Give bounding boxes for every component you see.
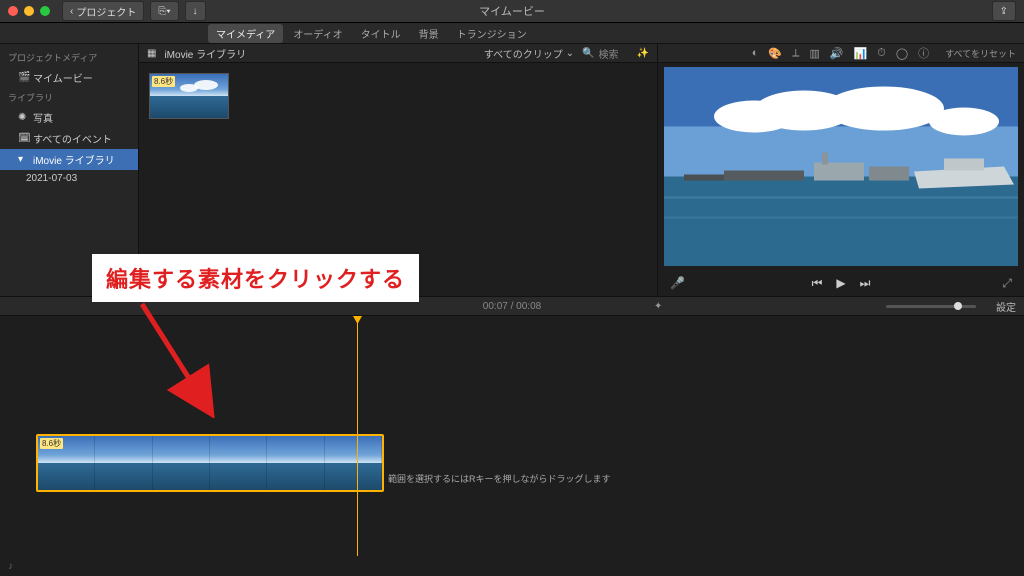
media-clip-thumbnail[interactable]: 8.6秒 (149, 73, 229, 119)
sidebar-item-photos[interactable]: ✺ 写真 (0, 107, 138, 128)
playback-controls: 🎤 ⏮ ▶ ⏭ ⤢ (658, 270, 1024, 296)
prev-frame-button[interactable]: ⏮ (812, 276, 823, 291)
import-icon: ⎘▾ (158, 6, 170, 17)
tab-transitions[interactable]: トランジション (449, 24, 535, 43)
chevron-left-icon: ‹ (70, 6, 73, 17)
settings-button[interactable]: 設定 (996, 299, 1016, 314)
next-frame-button[interactable]: ⏭ (860, 276, 871, 291)
share-button[interactable]: ⇪ (992, 1, 1016, 21)
grid-view-icon[interactable]: ▦ (147, 48, 156, 59)
search-icon: 🔍 (582, 48, 594, 59)
chevron-down-icon: ▾ (18, 154, 28, 165)
sidebar-item-all-events[interactable]: 🗓 すべてのイベント (0, 128, 138, 149)
search-field[interactable]: 🔍 検索 (582, 46, 618, 61)
viewer-toolbar: ◐ 🎨 ⟂ ▥ 🔊 📊 ⏱ ◯ ⓘ すべてをリセット (658, 44, 1024, 63)
clip-duration-badge: 8.6秒 (40, 438, 63, 449)
tab-titles[interactable]: タイトル (353, 24, 409, 43)
browser-header: ▦ iMovie ライブラリ すべてのクリップ ⌄ 🔍 検索 ✨ (139, 44, 657, 63)
calendar-icon: 🗓 (18, 133, 28, 144)
minimize-window-button[interactable] (24, 6, 34, 16)
photos-icon: ✺ (18, 112, 28, 123)
titlebar: ‹ プロジェクト ⎘▾ ↓ マイムービー ⇪ (0, 0, 1024, 23)
fullscreen-window-button[interactable] (40, 6, 50, 16)
tab-backgrounds[interactable]: 背景 (411, 24, 447, 43)
playhead-time: 00:07 / 00:08 (483, 301, 541, 312)
color-correction-icon[interactable]: 🎨 (768, 47, 782, 60)
magic-wand-icon[interactable]: ✦ (654, 301, 662, 312)
close-window-button[interactable] (8, 6, 18, 16)
audio-track-icon: ♪ (8, 561, 13, 572)
video-preview[interactable] (664, 67, 1018, 266)
enhance-icon[interactable]: ✨ (637, 48, 649, 59)
tab-my-media[interactable]: マイメディア (208, 24, 283, 43)
zoom-slider[interactable] (886, 305, 976, 308)
timeline[interactable]: 8.6秒 範囲を選択するにはRキーを押しながらドラッグします ♪ (0, 316, 1024, 576)
back-label: プロジェクト (76, 4, 136, 19)
browser-title: iMovie ライブラリ (164, 46, 246, 61)
info-icon[interactable]: ⓘ (918, 45, 929, 61)
color-balance-icon[interactable]: ◐ (752, 47, 759, 59)
chevron-down-icon: ⌄ (566, 48, 574, 59)
filter-icon[interactable]: ◯ (896, 47, 908, 60)
fullscreen-icon[interactable]: ⤢ (1002, 276, 1012, 291)
annotation-callout: 編集する素材をクリックする (92, 254, 419, 302)
timeline-clip[interactable]: 8.6秒 (36, 434, 384, 492)
download-icon: ↓ (193, 6, 198, 17)
sidebar-item-imovie-library[interactable]: ▾ iMovie ライブラリ (0, 149, 138, 170)
voiceover-icon[interactable]: 🎤 (670, 276, 685, 290)
clip-filter-dropdown[interactable]: すべてのクリップ ⌄ (484, 46, 574, 61)
sidebar-heading-libraries: ライブラリ (0, 88, 138, 107)
media-tabs: マイメディア オーディオ タイトル 背景 トランジション (0, 23, 1024, 44)
play-button[interactable]: ▶ (836, 276, 845, 290)
speed-icon[interactable]: ⏱ (877, 47, 886, 60)
download-button[interactable]: ↓ (185, 1, 206, 21)
noise-reduction-icon[interactable]: 📊 (854, 47, 868, 60)
clip-duration-badge: 8.6秒 (152, 76, 175, 87)
tab-audio[interactable]: オーディオ (285, 24, 350, 43)
stabilize-icon[interactable]: ▥ (809, 47, 819, 60)
volume-icon[interactable]: 🔊 (830, 47, 844, 60)
range-select-hint: 範囲を選択するにはRキーを押しながらドラッグします (388, 472, 611, 485)
sidebar-item-my-movie[interactable]: 🎬 マイムービー (0, 67, 138, 88)
playhead[interactable] (357, 316, 358, 556)
sidebar-item-event-date[interactable]: 2021-07-03 (0, 170, 138, 187)
share-icon: ⇪ (1000, 6, 1008, 17)
crop-icon[interactable]: ⟂ (792, 47, 799, 60)
clapper-icon: 🎬 (18, 72, 28, 83)
import-media-button[interactable]: ⎘▾ (150, 1, 178, 21)
sidebar-heading-project-media: プロジェクトメディア (0, 48, 138, 67)
window-controls (8, 6, 50, 16)
reset-all-button[interactable]: すべてをリセット (945, 47, 1016, 60)
back-to-projects-button[interactable]: ‹ プロジェクト (62, 1, 144, 21)
preview-viewer: ◐ 🎨 ⟂ ▥ 🔊 📊 ⏱ ◯ ⓘ すべてをリセット (657, 44, 1024, 296)
